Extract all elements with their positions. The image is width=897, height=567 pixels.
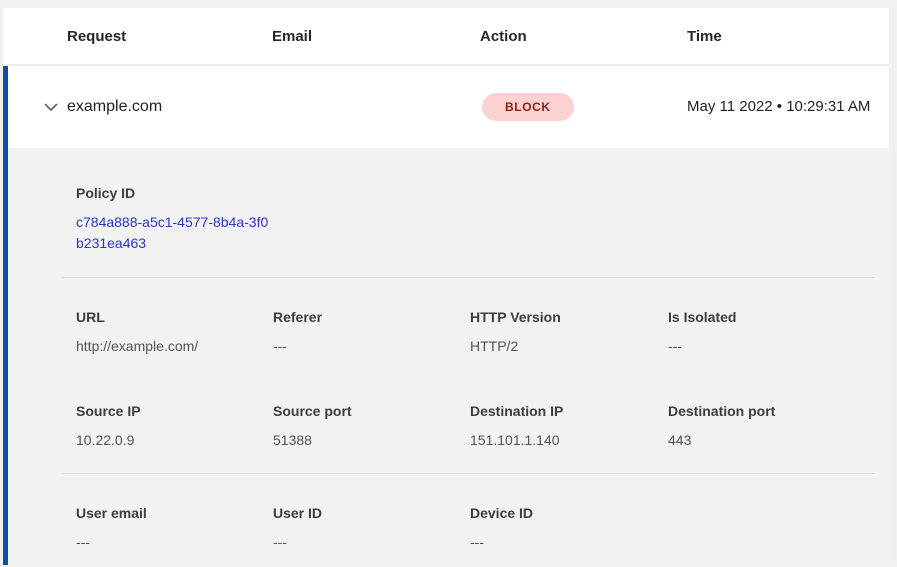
field-user-id: User ID --- [273,504,470,552]
field-label: Source port [273,402,456,421]
column-header-time: Time [687,28,889,45]
request-domain: example.com [67,98,272,116]
fields-row-user: User email --- User ID --- Device ID --- [76,474,869,552]
field-value: --- [668,337,855,356]
field-value: --- [470,533,654,552]
time-cell: May 11 2022 • 10:29:31 AM [687,95,889,119]
field-url: URL http://example.com/ [76,308,273,356]
chevron-down-icon [43,99,59,115]
field-value: 51388 [273,431,456,450]
fields-row-http: URL http://example.com/ Referer --- HTTP… [76,278,869,356]
field-value: 10.22.0.9 [76,431,259,450]
field-value: 443 [668,431,855,450]
policy-section: Policy ID c784a888-a5c1-4577-8b4a-3f0b23… [8,148,889,254]
fields-row-network: Source IP 10.22.0.9 Source port 51388 De… [76,356,869,450]
field-is-isolated: Is Isolated --- [668,308,869,356]
field-referer: Referer --- [273,308,470,356]
field-value: --- [273,533,456,552]
field-label: User ID [273,504,456,523]
status-badge-block: BLOCK [482,93,574,121]
policy-id-label: Policy ID [76,184,869,203]
user-details-section: User email --- User ID --- Device ID --- [8,474,889,552]
field-user-email: User email --- [76,504,273,552]
details-panel: Policy ID c784a888-a5c1-4577-8b4a-3f0b23… [3,148,889,565]
field-label: HTTP Version [470,308,654,327]
request-details-section: URL http://example.com/ Referer --- HTTP… [8,278,889,450]
field-destination-ip: Destination IP 151.101.1.140 [470,402,668,450]
field-value: http://example.com/ [76,337,259,356]
field-label: Referer [273,308,456,327]
field-device-id: Device ID --- [470,504,668,552]
column-header-request: Request [67,28,272,45]
log-table-card: Request Email Action Time example.com BL… [3,8,889,567]
field-destination-port: Destination port 443 [668,402,869,450]
field-label: Is Isolated [668,308,855,327]
policy-id-link[interactable]: c784a888-a5c1-4577-8b4a-3f0b231ea463 [76,212,276,254]
column-header-email: Email [272,28,480,45]
field-value: --- [273,337,456,356]
field-label: Destination IP [470,402,654,421]
field-label: Destination port [668,402,855,421]
table-row[interactable]: example.com BLOCK May 11 2022 • 10:29:31… [3,66,889,148]
field-source-ip: Source IP 10.22.0.9 [76,402,273,450]
field-label: Source IP [76,402,259,421]
field-value: --- [76,533,259,552]
field-source-port: Source port 51388 [273,402,470,450]
field-value: 151.101.1.140 [470,431,654,450]
column-header-action: Action [480,28,687,45]
field-label: Device ID [470,504,654,523]
field-value: HTTP/2 [470,337,654,356]
collapse-row-button[interactable] [38,94,64,120]
field-label: User email [76,504,259,523]
table-header: Request Email Action Time [3,8,889,66]
field-empty [668,504,869,552]
action-cell: BLOCK [480,93,687,121]
row-gutter [8,94,67,120]
field-http-version: HTTP Version HTTP/2 [470,308,668,356]
field-label: URL [76,308,259,327]
